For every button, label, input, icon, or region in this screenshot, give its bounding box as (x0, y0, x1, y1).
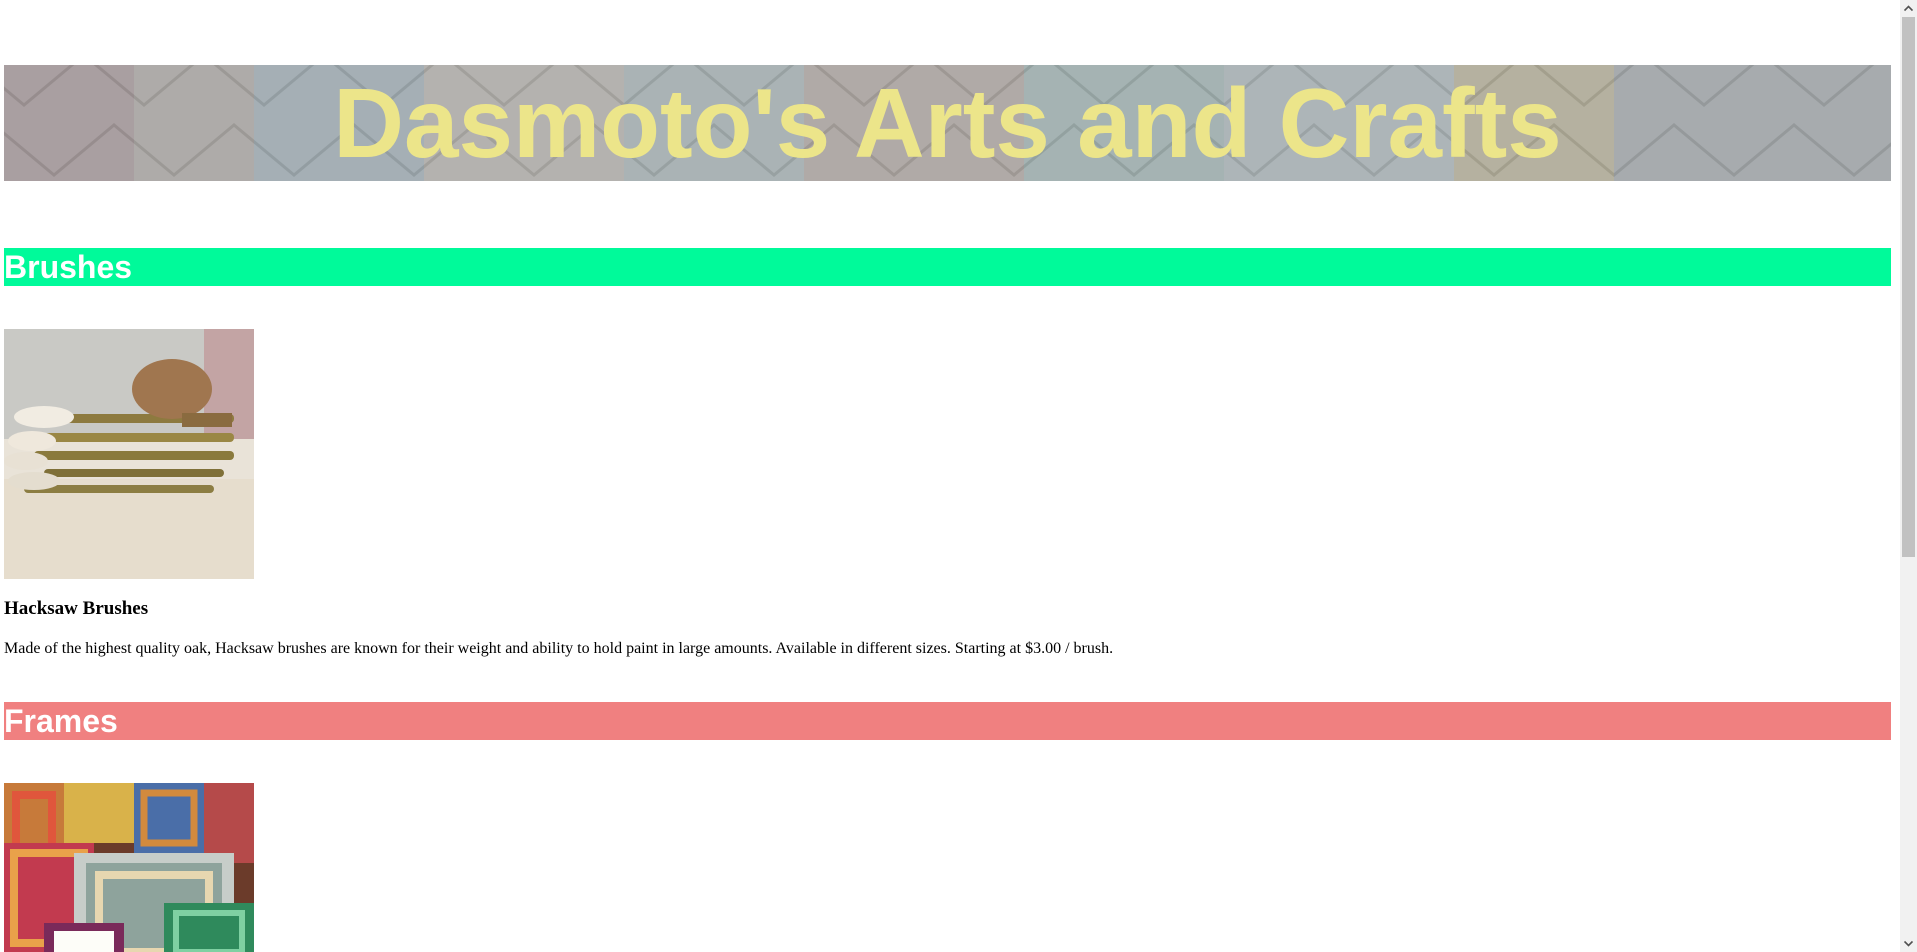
banner: Dasmoto's Arts and Crafts (4, 65, 1891, 181)
section-heading-brushes: Brushes (4, 248, 1891, 286)
section-heading-label: Brushes (4, 249, 133, 285)
chevron-up-icon (1904, 5, 1913, 12)
page-content: Dasmoto's Arts and Crafts Brushes Hacksa… (4, 0, 1891, 952)
picture-frames-image (4, 783, 254, 952)
vertical-scrollbar[interactable] (1900, 0, 1917, 952)
section-heading-label: Frames (4, 703, 118, 739)
chevron-down-icon (1904, 940, 1913, 947)
page-title: Dasmoto's Arts and Crafts (333, 68, 1562, 178)
scroll-up-button[interactable] (1900, 0, 1917, 17)
scrollbar-thumb[interactable] (1902, 17, 1915, 557)
product-name: Hacksaw Brushes (4, 598, 149, 619)
paint-brushes-image (4, 329, 254, 579)
scroll-down-button[interactable] (1900, 935, 1917, 952)
section-heading-frames: Frames (4, 702, 1891, 740)
product-description: Made of the highest quality oak, Hacksaw… (4, 640, 1114, 657)
